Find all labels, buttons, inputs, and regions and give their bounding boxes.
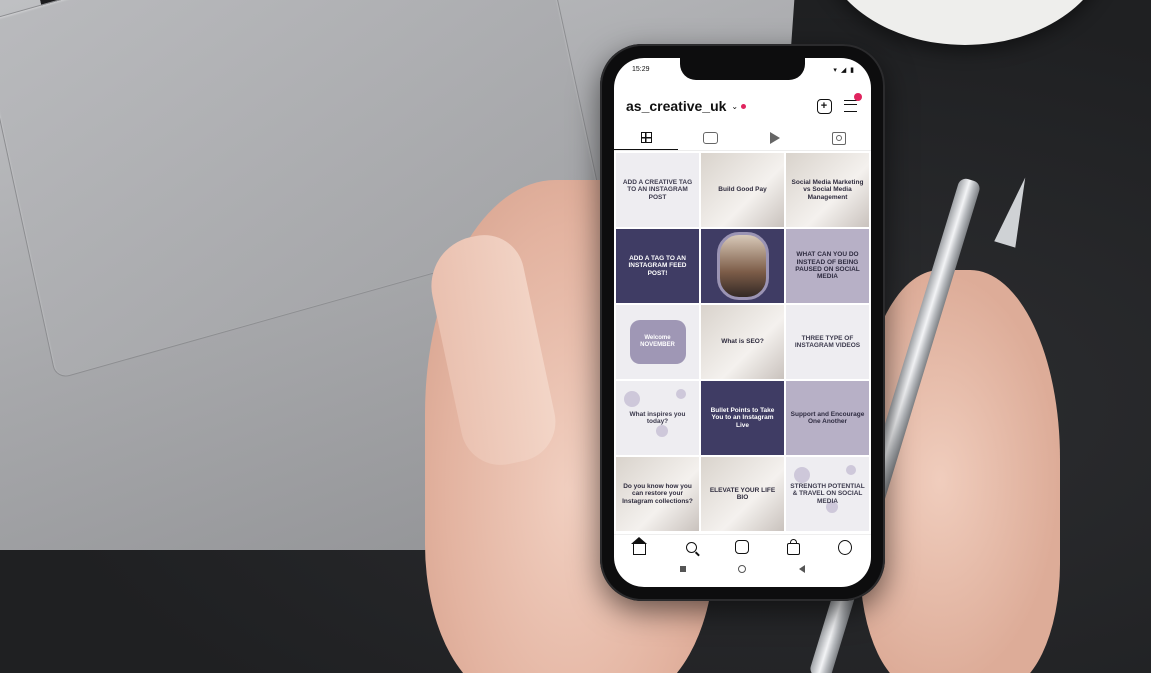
grid-post[interactable]: Welcome NOVEMBER	[616, 305, 699, 379]
grid-post[interactable]: Social Media Marketing vs Social Media M…	[786, 153, 869, 227]
home-button[interactable]	[738, 565, 747, 573]
profile-icon	[838, 539, 853, 555]
chevron-down-icon[interactable]: ⌄	[731, 102, 738, 111]
status-icons: ▾ ◢ ▮	[833, 67, 855, 74]
grid-icon	[640, 132, 652, 143]
decorative-dot	[656, 425, 668, 437]
profile-username[interactable]: as_creative_uk	[626, 98, 726, 114]
grid-post[interactable]: WHAT CAN YOU DO INSTEAD OF BEING PAUSED …	[786, 229, 869, 303]
post-caption: WHAT CAN YOU DO INSTEAD OF BEING PAUSED …	[795, 251, 860, 281]
tab-igtv[interactable]	[678, 126, 742, 150]
post-caption: Welcome NOVEMBER	[629, 320, 686, 364]
shop-icon	[787, 538, 801, 555]
menu-button[interactable]	[841, 93, 862, 115]
phone-screen: 15:29 ▾ ◢ ▮ as_creative_uk ⌄ + ADD A CRE…	[614, 58, 871, 587]
grid-post[interactable]: THREE TYPE OF INSTAGRAM VIDEOS	[786, 305, 869, 379]
plus-icon: +	[816, 98, 832, 114]
post-caption: ELEVATE YOUR LIFE BIO	[709, 486, 776, 501]
nav-home[interactable]	[631, 536, 648, 555]
post-caption: STRENGTH POTENTIAL & TRAVEL ON SOCIAL ME…	[790, 482, 865, 505]
photo-scene: 15:29 ▾ ◢ ▮ as_creative_uk ⌄ + ADD A CRE…	[0, 0, 1151, 673]
back-button[interactable]	[798, 565, 805, 573]
tv-icon	[702, 132, 718, 144]
smartphone: 15:29 ▾ ◢ ▮ as_creative_uk ⌄ + ADD A CRE…	[600, 44, 885, 601]
reels-icon	[735, 540, 750, 554]
post-caption: Social Media Marketing vs Social Media M…	[791, 178, 864, 201]
post-caption: What inspires you today?	[629, 410, 686, 425]
search-icon	[685, 541, 697, 553]
profile-header: as_creative_uk ⌄ +	[626, 93, 862, 118]
tab-posts-grid[interactable]	[614, 126, 679, 150]
system-navigation	[614, 561, 871, 577]
post-caption: ADD A TAG TO AN INSTAGRAM FEED POST!	[628, 254, 687, 277]
nav-profile[interactable]	[838, 539, 853, 555]
decorative-dot	[846, 465, 856, 475]
bottom-navigation	[614, 534, 871, 559]
tab-tagged[interactable]	[807, 126, 871, 150]
post-caption: Build Good Pay	[718, 186, 767, 194]
grid-post[interactable]: What is SEO?	[701, 305, 784, 379]
post-caption: ADD A CREATIVE TAG TO AN INSTAGRAM POST	[622, 178, 693, 201]
grid-post[interactable]: Build Good Pay	[701, 153, 784, 227]
decorative-dot	[794, 467, 810, 483]
grid-post[interactable]: ADD A TAG TO AN INSTAGRAM FEED POST!	[616, 229, 699, 303]
post-caption: Do you know how you can restore your Ins…	[622, 482, 693, 505]
nav-reels[interactable]	[735, 540, 750, 554]
grid-post[interactable]: ADD A CREATIVE TAG TO AN INSTAGRAM POST	[616, 153, 699, 227]
create-post-button[interactable]: +	[815, 97, 833, 115]
grid-post[interactable]: What inspires you today?	[616, 381, 699, 455]
status-bar: 15:29 ▾ ◢ ▮	[632, 66, 855, 78]
grid-post[interactable]: ELEVATE YOUR LIFE BIO	[701, 457, 784, 531]
nav-shop[interactable]	[787, 538, 801, 555]
grid-post[interactable]	[701, 229, 784, 303]
decorative-dot	[624, 391, 640, 407]
hamburger-menu-icon	[843, 100, 857, 112]
tab-reels[interactable]	[743, 126, 807, 150]
play-icon	[769, 132, 780, 144]
grid-post[interactable]: Support and Encourage One Another	[786, 381, 869, 455]
post-caption: Bullet Points to Take You to an Instagra…	[710, 406, 775, 429]
profile-tabs	[614, 126, 871, 151]
post-caption: What is SEO?	[721, 338, 764, 346]
portrait-photo	[716, 232, 769, 300]
nav-search[interactable]	[684, 540, 698, 554]
notification-dot-icon	[741, 103, 747, 109]
post-grid: ADD A CREATIVE TAG TO AN INSTAGRAM POST B…	[616, 153, 869, 531]
post-caption: THREE TYPE OF INSTAGRAM VIDEOS	[794, 334, 861, 349]
home-icon	[631, 536, 648, 555]
grid-post[interactable]: Bullet Points to Take You to an Instagra…	[701, 381, 784, 455]
recents-button[interactable]	[680, 566, 687, 572]
status-time: 15:29	[632, 66, 650, 73]
menu-badge-icon	[854, 93, 862, 101]
grid-post[interactable]: STRENGTH POTENTIAL & TRAVEL ON SOCIAL ME…	[786, 457, 869, 531]
post-caption: Support and Encourage One Another	[790, 410, 865, 425]
decorative-dot	[676, 389, 686, 399]
grid-post[interactable]: Do you know how you can restore your Ins…	[616, 457, 699, 531]
tagged-icon	[831, 131, 846, 145]
